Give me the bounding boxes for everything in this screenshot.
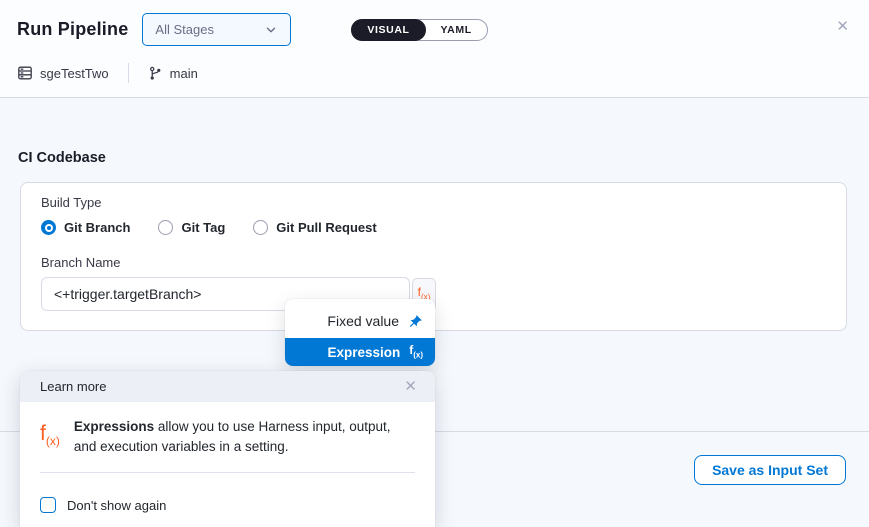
- pipeline-meta-row: sgeTestTwo main: [17, 63, 853, 83]
- branch-name-label: Branch Name: [41, 255, 826, 270]
- save-as-input-set-button[interactable]: Save as Input Set: [694, 455, 846, 485]
- radio-git-tag-label: Git Tag: [181, 220, 225, 235]
- close-icon[interactable]: ✕: [832, 17, 853, 36]
- fixed-value-label: Fixed value: [327, 313, 399, 329]
- popover-divider: [40, 472, 415, 473]
- stage-select-value: All Stages: [155, 22, 214, 37]
- learn-more-body: f(x) Expressions allow you to use Harnes…: [20, 402, 435, 513]
- branch-name: main: [170, 66, 198, 81]
- visual-yaml-toggle: VISUAL YAML: [351, 19, 487, 41]
- toggle-visual[interactable]: VISUAL: [351, 19, 425, 41]
- repository-icon: [17, 65, 33, 81]
- dont-show-again-label: Don't show again: [67, 498, 166, 513]
- expression-label: Expression: [327, 345, 400, 360]
- build-type-options: Git Branch Git Tag Git Pull Request: [41, 220, 826, 235]
- modal-header: Run Pipeline All Stages VISUAL YAML ✕: [0, 0, 869, 98]
- learn-more-header: Learn more ✕: [20, 371, 435, 402]
- radio-unselected-icon: [253, 220, 268, 235]
- dont-show-again-checkbox[interactable]: [40, 497, 56, 513]
- stage-select[interactable]: All Stages: [142, 13, 291, 46]
- value-type-menu: Fixed value Expression f(x): [285, 299, 435, 366]
- radio-selected-icon: [41, 220, 56, 235]
- toggle-yaml[interactable]: YAML: [426, 20, 487, 40]
- ci-codebase-heading: CI Codebase: [18, 150, 869, 166]
- learn-more-title: Learn more: [40, 379, 106, 394]
- radio-unselected-icon: [158, 220, 173, 235]
- title-row: Run Pipeline All Stages VISUAL YAML ✕: [17, 13, 853, 46]
- pin-icon: [408, 314, 423, 329]
- build-type-label: Build Type: [41, 195, 826, 210]
- popover-close-icon[interactable]: ✕: [400, 377, 421, 396]
- repo-name: sgeTestTwo: [40, 66, 109, 81]
- learn-more-text: Expressions allow you to use Harness inp…: [74, 417, 415, 457]
- page-title: Run Pipeline: [17, 19, 128, 40]
- git-branch-icon: [148, 66, 163, 81]
- fx-icon: f(x): [40, 423, 60, 447]
- chevron-down-icon: [264, 23, 278, 37]
- menu-item-fixed-value[interactable]: Fixed value: [285, 304, 435, 338]
- radio-git-pull-request-label: Git Pull Request: [276, 220, 376, 235]
- menu-item-expression[interactable]: Expression f(x): [285, 338, 435, 366]
- radio-git-tag[interactable]: Git Tag: [158, 220, 225, 235]
- radio-git-pull-request[interactable]: Git Pull Request: [253, 220, 376, 235]
- dont-show-again-row[interactable]: Don't show again: [40, 497, 415, 513]
- meta-divider: [128, 63, 129, 83]
- fx-icon: f(x): [409, 344, 423, 359]
- radio-git-branch-label: Git Branch: [64, 220, 130, 235]
- run-pipeline-modal: Run Pipeline All Stages VISUAL YAML ✕: [0, 0, 869, 504]
- radio-git-branch[interactable]: Git Branch: [41, 220, 130, 235]
